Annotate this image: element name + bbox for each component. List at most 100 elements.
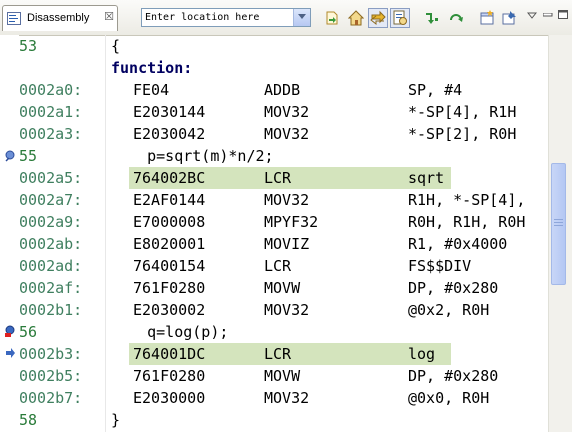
source-row[interactable]: 53 { xyxy=(19,35,548,57)
mnemonic: MOV32 xyxy=(264,389,310,407)
mnemonic: LCR xyxy=(264,169,292,187)
asm-row[interactable]: 0002b5: 761F0280 MOVW DP, #0x280 xyxy=(19,365,548,387)
pin-view-button[interactable] xyxy=(499,8,519,28)
opcode: E2AF0144 xyxy=(133,191,206,209)
operands: @0x0, R0H xyxy=(408,389,490,407)
address: 0002b3: xyxy=(19,345,83,363)
breakpoint-icon[interactable] xyxy=(4,325,16,337)
tab-label: Disassembly xyxy=(27,12,90,24)
refresh-button[interactable] xyxy=(446,8,466,28)
annotation-ruler[interactable] xyxy=(0,35,19,432)
source-row[interactable]: 55 p=sqrt(m)*n/2; xyxy=(19,145,548,167)
disassembly-editor[interactable]: 53 {function: 0002a0: FE04 ADDB SP, #4 0002a1:… xyxy=(0,35,572,432)
link-with-editor-icon xyxy=(370,10,386,26)
opcode: 764001DC xyxy=(133,345,206,363)
asm-row[interactable]: 0002a7: E2AF0144 MOV32 R1H, *-SP[4], xyxy=(19,189,548,211)
source-line-number: 55 xyxy=(19,147,38,165)
show-source-button[interactable] xyxy=(390,8,410,28)
goto-pc-button[interactable] xyxy=(322,8,342,28)
asm-row[interactable]: 0002ad: 76400154 LCR FS$$DIV xyxy=(19,255,548,277)
source-code: q=log(p); xyxy=(111,323,229,341)
asm-row[interactable]: 0002af: 761F0280 MOVW DP, #0x280 xyxy=(19,277,548,299)
location-dropdown-button[interactable] xyxy=(293,9,310,26)
scrollbar-thumb[interactable] xyxy=(551,163,566,285)
address: 0002a0: xyxy=(19,81,83,99)
mnemonic: MOV32 xyxy=(264,301,310,319)
asm-row[interactable]: 0002a5: 764002BC LCR sqrt xyxy=(19,167,548,189)
operands: log xyxy=(408,345,436,363)
disassembly-icon xyxy=(7,12,21,25)
source-code: } xyxy=(111,411,121,429)
opcode: FE04 xyxy=(133,81,170,99)
maximize-icon[interactable] xyxy=(558,10,568,19)
source-line-number: 56 xyxy=(19,323,38,341)
pin-icon xyxy=(502,11,516,25)
opcode: E2030000 xyxy=(133,389,206,407)
asm-row[interactable]: 0002a3: E2030042 MOV32 *-SP[2], R0H xyxy=(19,123,548,145)
source-line-number: 58 xyxy=(19,411,38,429)
address: 0002b5: xyxy=(19,367,83,385)
mnemonic: LCR xyxy=(264,257,292,275)
asm-row[interactable]: 0002a1: E2030144 MOV32 *-SP[4], R1H xyxy=(19,101,548,123)
opcode: 761F0280 xyxy=(133,367,206,385)
source-row[interactable]: 58} xyxy=(19,409,548,431)
mnemonic: MOVW xyxy=(264,367,301,385)
bookmark-icon[interactable] xyxy=(4,150,16,162)
mnemonic: LCR xyxy=(264,345,292,363)
chevron-down-icon xyxy=(298,14,306,19)
view-menu-icon[interactable] xyxy=(527,10,537,20)
close-icon[interactable]: ☒ xyxy=(103,11,115,23)
disassembly-lines: 53 {function: 0002a0: FE04 ADDB SP, #4 0002a1:… xyxy=(19,35,548,432)
source-row[interactable]: 56 q=log(p); xyxy=(19,321,548,343)
location-input[interactable] xyxy=(142,9,295,26)
address: 0002ab: xyxy=(19,235,83,253)
tab-disassembly[interactable]: Disassembly ☒ xyxy=(2,5,118,31)
new-view-icon xyxy=(480,10,494,25)
asm-row[interactable]: 0002a9: E7000008 MPYF32 R0H, R1H, R0H xyxy=(19,211,548,233)
mnemonic: MOV32 xyxy=(264,125,310,143)
home-button[interactable] xyxy=(346,8,366,28)
source-code: { xyxy=(111,37,121,55)
step-into-button[interactable] xyxy=(422,8,442,28)
address: 0002b1: xyxy=(19,301,83,319)
operands: *-SP[2], R0H xyxy=(408,125,517,143)
asm-row[interactable]: 0002b1: E2030002 MOV32 @0x2, R0H xyxy=(19,299,548,321)
operands: *-SP[4], R1H xyxy=(408,103,517,121)
new-view-button[interactable] xyxy=(477,8,497,28)
asm-row[interactable]: 0002b7: E2030000 MOV32 @0x0, R0H xyxy=(19,387,548,409)
opcode: E7000008 xyxy=(133,213,206,231)
pc-arrow-icon xyxy=(6,348,15,358)
source-code: p=sqrt(m)*n/2; xyxy=(111,147,274,165)
operands: sqrt xyxy=(408,169,445,187)
goto-pc-icon xyxy=(326,11,338,25)
opcode: 764002BC xyxy=(133,169,206,187)
function-label-row[interactable]: function: xyxy=(19,57,548,79)
address: 0002a3: xyxy=(19,125,83,143)
refresh-icon xyxy=(450,14,463,22)
asm-row[interactable]: 0002b3: 764001DC LCR log xyxy=(19,343,548,365)
source-line-number: 53 xyxy=(19,37,38,55)
mnemonic: MOV32 xyxy=(264,103,310,121)
operands: FS$$DIV xyxy=(408,257,472,275)
location-combo xyxy=(141,8,311,27)
operands: @0x2, R0H xyxy=(408,301,490,319)
operands: DP, #0x280 xyxy=(408,279,499,297)
opcode: E2030042 xyxy=(133,125,206,143)
mnemonic: MOVIZ xyxy=(264,235,310,253)
mnemonic: MOV32 xyxy=(264,191,310,209)
address: 0002a7: xyxy=(19,191,83,209)
step-into-icon xyxy=(426,13,438,24)
address: 0002b7: xyxy=(19,389,83,407)
home-icon xyxy=(348,10,364,26)
address: 0002a1: xyxy=(19,103,83,121)
operands: SP, #4 xyxy=(408,81,463,99)
opcode: E8020001 xyxy=(133,235,206,253)
address: 0002a9: xyxy=(19,213,83,231)
vertical-scrollbar[interactable] xyxy=(548,35,572,432)
link-with-editor-button[interactable] xyxy=(368,8,388,28)
minimize-icon[interactable] xyxy=(543,13,553,17)
asm-row[interactable]: 0002ab: E8020001 MOVIZ R1, #0x4000 xyxy=(19,233,548,255)
operands: R1, #0x4000 xyxy=(408,235,508,253)
opcode: 76400154 xyxy=(133,257,206,275)
asm-row[interactable]: 0002a0: FE04 ADDB SP, #4 xyxy=(19,79,548,101)
